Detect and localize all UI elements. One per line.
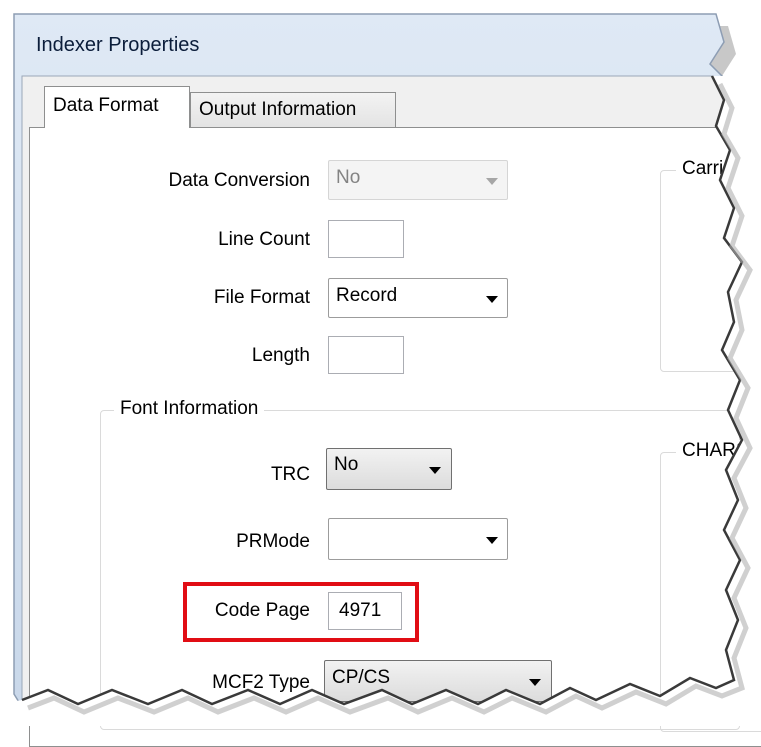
torn-edge-bottom: [0, 75, 761, 726]
